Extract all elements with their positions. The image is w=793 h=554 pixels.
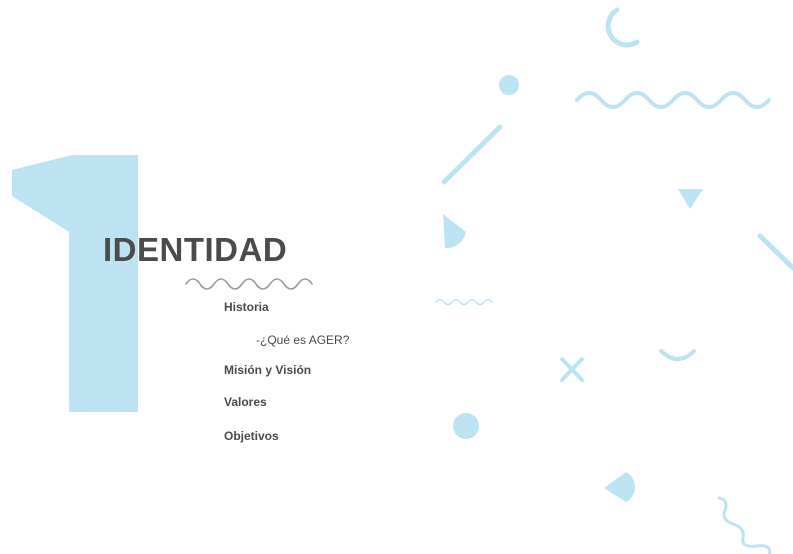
menu-item-mision-vision[interactable]: Misión y Visión: [224, 362, 311, 378]
big-number-one: [12, 155, 138, 412]
section-title: IDENTIDAD: [103, 231, 288, 268]
menu-item-valores[interactable]: Valores: [224, 394, 267, 410]
menu-item-historia[interactable]: Historia: [224, 299, 269, 315]
menu-item-objetivos[interactable]: Objetivos: [224, 428, 279, 444]
menu-item-que-es-ager[interactable]: -¿Qué es AGER?: [256, 332, 349, 348]
